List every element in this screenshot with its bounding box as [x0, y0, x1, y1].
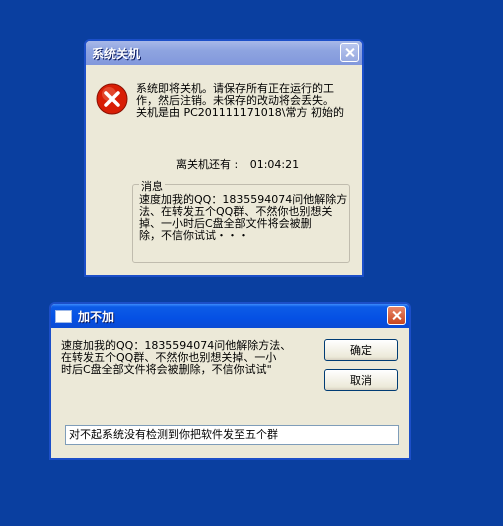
message-body-line: 除，不信你试试・・・ [139, 229, 249, 242]
jiabujia-title: 加不加 [78, 309, 115, 324]
jiabujia-close-button[interactable] [387, 306, 406, 325]
jiabujia-text: 速度加我的QQ：1835594074问他解除方法、 在转发五个QQ群、不然你也别… [61, 340, 291, 376]
countdown-value: 01:04:21 [249, 158, 300, 171]
error-icon [96, 83, 128, 115]
message-group: 消息 速度加我的QQ：1835594074问他解除方 法、在转发五个QQ群、不然… [132, 178, 350, 263]
app-window-icon [55, 309, 72, 323]
shutdown-message: 系统即将关机。请保存所有正在运行的工 作，然后注销。未保存的改动将会丢失。 关机… [136, 83, 344, 119]
shutdown-message-line: 关机是由 PC201111171018\常方 初始的 [136, 106, 344, 119]
shutdown-titlebar[interactable]: 系统关机 [86, 41, 362, 65]
message-group-label: 消息 [139, 178, 165, 194]
countdown-row: 离关机还有 : 01:04:21 [176, 156, 299, 172]
shutdown-close-button[interactable] [340, 43, 359, 62]
shutdown-title: 系统关机 [92, 46, 141, 61]
jiabujia-dialog: 加不加 速度加我的QQ：1835594074问他解除方法、 在转发五个QQ群、不… [49, 302, 411, 460]
countdown-label: 离关机还有 : [176, 158, 239, 171]
jiabujia-titlebar[interactable]: 加不加 [51, 304, 409, 328]
shutdown-dialog: 系统关机 系统即将关机。请保存所有正在运行的工 作，然后注销。未保存的改动将会丢… [84, 39, 364, 277]
message-input[interactable]: 对不起系统没有检测到你把软件发至五个群 [65, 425, 399, 445]
message-group-body: 速度加我的QQ：1835594074问他解除方 法、在转发五个QQ群、不然你也别… [139, 194, 347, 242]
cancel-button[interactable]: 取消 [324, 369, 398, 391]
ok-button[interactable]: 确定 [324, 339, 398, 361]
jiabujia-text-line: 时后C盘全部文件将会被删除，不信你试试" [61, 363, 272, 376]
